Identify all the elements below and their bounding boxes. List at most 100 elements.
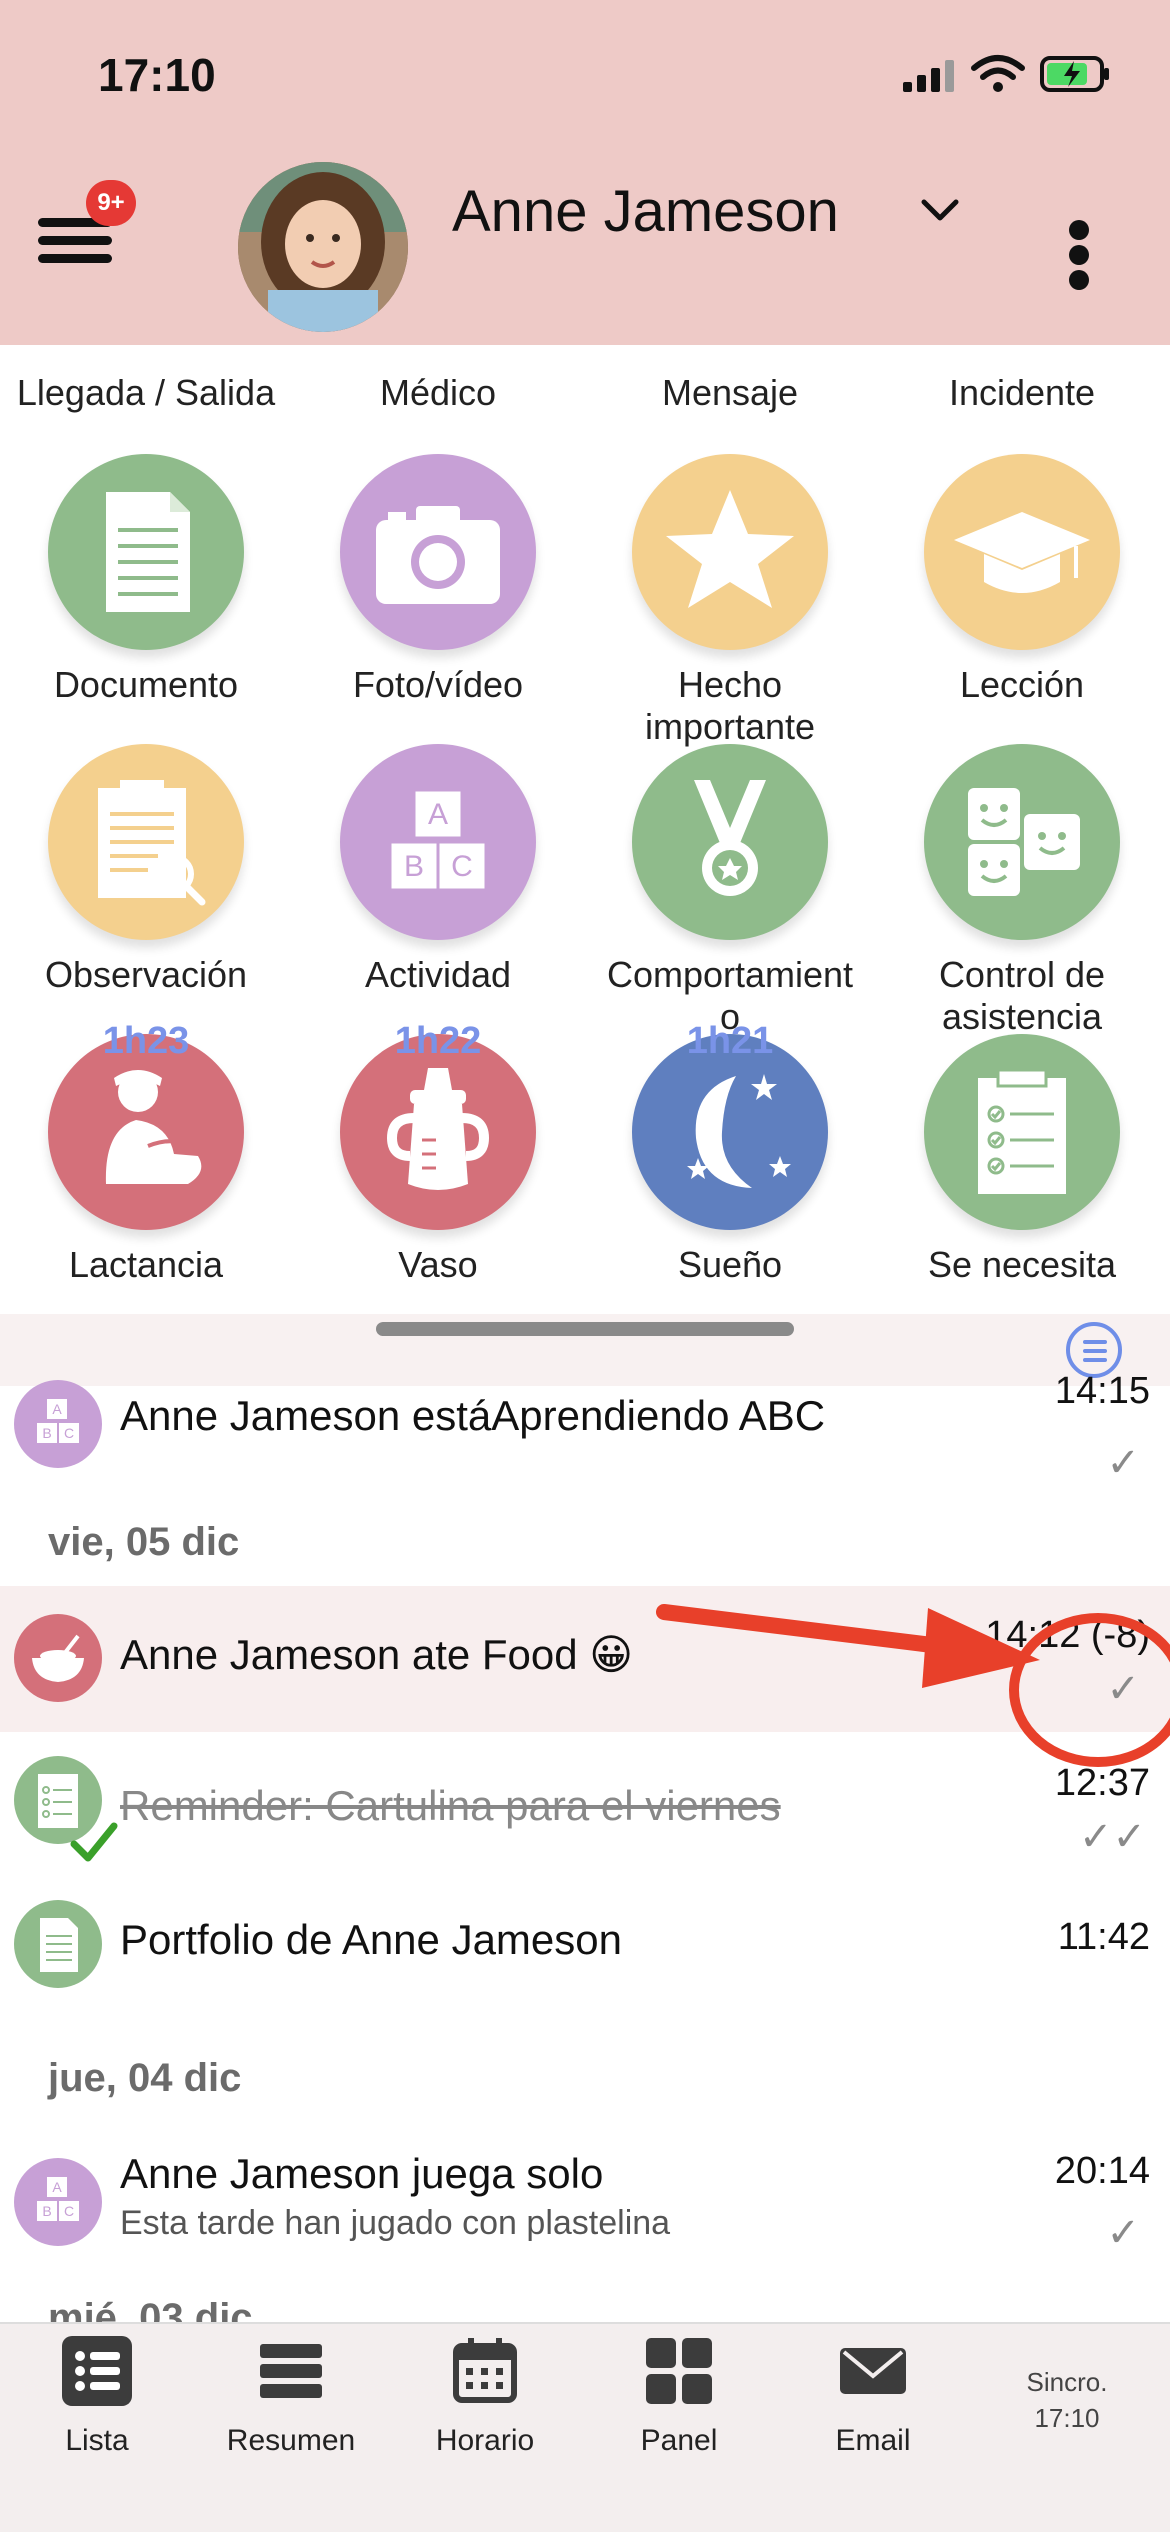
feed-item-time: 14:12 (-8)	[985, 1614, 1150, 1656]
tile-label: Foto/vídeo	[352, 664, 524, 705]
svg-text:A: A	[428, 798, 448, 831]
read-double-check-icon: ✓✓	[1078, 1815, 1146, 1859]
tab-label: Resumen	[226, 2424, 356, 2457]
tile-document[interactable]: Documento	[0, 454, 292, 744]
tile-label: Sueño	[677, 1244, 783, 1285]
tile-observation[interactable]: Observación	[0, 744, 292, 1034]
list-item[interactable]: Portfolio de Anne Jameson 11:42	[0, 1878, 1170, 2018]
tile-label: Control de asistencia	[938, 954, 1106, 1037]
tile-important-event[interactable]: Hecho importante	[584, 454, 876, 747]
sync-status[interactable]: Sincro. 17:10	[970, 2324, 1164, 2524]
abc-blocks-icon: ABC	[388, 788, 488, 892]
tile-behavior[interactable]: Comportamient o	[584, 744, 876, 1037]
svg-text:B: B	[404, 850, 424, 883]
cup-timer: 1h22	[394, 1020, 482, 1062]
sent-check-icon: ✓	[1106, 1441, 1140, 1485]
feed-item-subtext: Esta tarde han jugado con plastelina	[120, 2204, 671, 2242]
feed-item-time: 11:42	[1057, 1916, 1150, 1958]
tab-schedule[interactable]: Horario	[388, 2324, 582, 2524]
star-icon	[666, 490, 794, 608]
svg-text:C: C	[64, 1425, 74, 1441]
tab-list[interactable]: Lista	[0, 2324, 194, 2524]
feed-item-time: 20:14	[1054, 2150, 1150, 2192]
sync-label: Sincro.	[1026, 2367, 1108, 2397]
list-item[interactable]: ABC Anne Jameson estáAprendiendo ABC 14:…	[0, 1370, 1170, 1496]
clipboard-search-icon	[98, 780, 206, 906]
tile-label: Se necesita	[927, 1244, 1117, 1285]
food-bowl-icon	[14, 1614, 102, 1702]
list-icon	[62, 2336, 132, 2406]
tile-attendance[interactable]: Control de asistencia	[876, 744, 1168, 1037]
child-photo	[238, 162, 408, 332]
notification-badge: 9+	[86, 180, 136, 226]
signal-icon	[903, 60, 954, 92]
feed-item-text: Anne Jameson juega solo	[120, 2150, 604, 2197]
tab-label: Horario	[435, 2424, 535, 2457]
tab-label: Panel	[640, 2424, 718, 2457]
tile-photo-video[interactable]: Foto/vídeo	[292, 454, 584, 744]
graduation-cap-icon	[954, 512, 1090, 593]
more-options-button[interactable]	[1064, 220, 1094, 290]
tile-cup[interactable]: 1h22 Vaso	[292, 1020, 584, 1324]
quick-action-message[interactable]: Mensaje	[584, 372, 876, 414]
document-icon	[106, 492, 190, 612]
tile-label: Vaso	[398, 1244, 478, 1285]
faces-icon	[968, 788, 1080, 896]
tile-label: Documento	[53, 664, 239, 705]
tab-email[interactable]: Email	[776, 2324, 970, 2524]
quick-action-incident[interactable]: Incidente	[876, 372, 1168, 414]
chevron-down-icon[interactable]	[920, 196, 960, 226]
tile-activity[interactable]: ABC Actividad	[292, 744, 584, 1034]
list-item[interactable]: ABC Anne Jameson juega solo Esta tarde h…	[0, 2134, 1170, 2284]
tab-label: Lista	[65, 2424, 129, 2457]
header-bar: 17:10 9+ Anne Jameson	[0, 0, 1170, 345]
svg-text:B: B	[42, 2203, 51, 2219]
quick-actions-row: Llegada / Salida Médico Mensaje Incident…	[0, 372, 1170, 422]
tab-panel[interactable]: Panel	[582, 2324, 776, 2524]
feed-item-text: Portfolio de Anne Jameson	[120, 1916, 622, 1963]
battery-icon	[1040, 56, 1109, 92]
sync-time: 17:10	[1034, 2403, 1100, 2433]
resize-handle[interactable]	[376, 1322, 794, 1336]
svg-text:A: A	[52, 2179, 62, 2195]
summary-icon	[260, 2344, 322, 2398]
feed-item-text: Reminder: Cartulina para el viernes	[120, 1782, 781, 1829]
quick-action-medical[interactable]: Médico	[292, 372, 584, 414]
document-icon	[14, 1900, 102, 1988]
avatar[interactable]	[238, 162, 408, 332]
sent-check-icon: ✓	[1106, 1667, 1140, 1711]
list-item[interactable]: Anne Jameson ate Food 😀 14:12 (-8) ✓	[0, 1586, 1170, 1732]
sleep-timer: 1h21	[686, 1020, 774, 1062]
tile-label: Actividad	[364, 954, 512, 995]
tile-label: Lección	[959, 664, 1085, 705]
feed-item-time: 12:37	[1054, 1762, 1150, 1804]
feed-item-time: 14:15	[1054, 1370, 1150, 1412]
calendar-icon	[453, 2338, 517, 2403]
tile-needed[interactable]: Se necesita	[876, 1034, 1168, 1324]
tile-label: Lactancia	[68, 1244, 224, 1285]
camera-icon	[376, 506, 500, 604]
tile-lesson[interactable]: Lección	[876, 454, 1168, 744]
tile-sleep[interactable]: 1h21 Sueño	[584, 1020, 876, 1324]
sippy-cup-icon	[386, 1068, 490, 1190]
feed-item-text: Anne Jameson ate Food 😀	[120, 1631, 634, 1678]
date-separator: jue, 04 dic	[48, 2056, 242, 2100]
tab-summary[interactable]: Resumen	[194, 2324, 388, 2524]
moon-stars-icon	[687, 1074, 791, 1188]
tile-label: Observación	[44, 954, 248, 995]
wifi-icon	[971, 55, 1025, 92]
tile-nursing[interactable]: 1h23 Lactancia	[0, 1020, 292, 1324]
feed-item-text: Anne Jameson estáAprendiendo ABC	[120, 1392, 826, 1439]
list-item[interactable]: Reminder: Cartulina para el viernes 12:3…	[0, 1732, 1170, 1878]
abc-blocks-icon: ABC	[14, 2158, 102, 2246]
grid-icon	[646, 2338, 712, 2404]
date-separator: vie, 05 dic	[48, 1520, 240, 1564]
nursing-timer: 1h23	[102, 1020, 190, 1062]
mail-icon	[840, 2348, 906, 2394]
quick-action-arrival[interactable]: Llegada / Salida	[0, 372, 292, 414]
medal-icon	[694, 780, 766, 896]
child-name-dropdown[interactable]: Anne Jameson	[452, 178, 839, 245]
status-time: 17:10	[98, 49, 216, 101]
tab-label: Email	[835, 2424, 911, 2457]
nursing-icon	[105, 1070, 202, 1184]
